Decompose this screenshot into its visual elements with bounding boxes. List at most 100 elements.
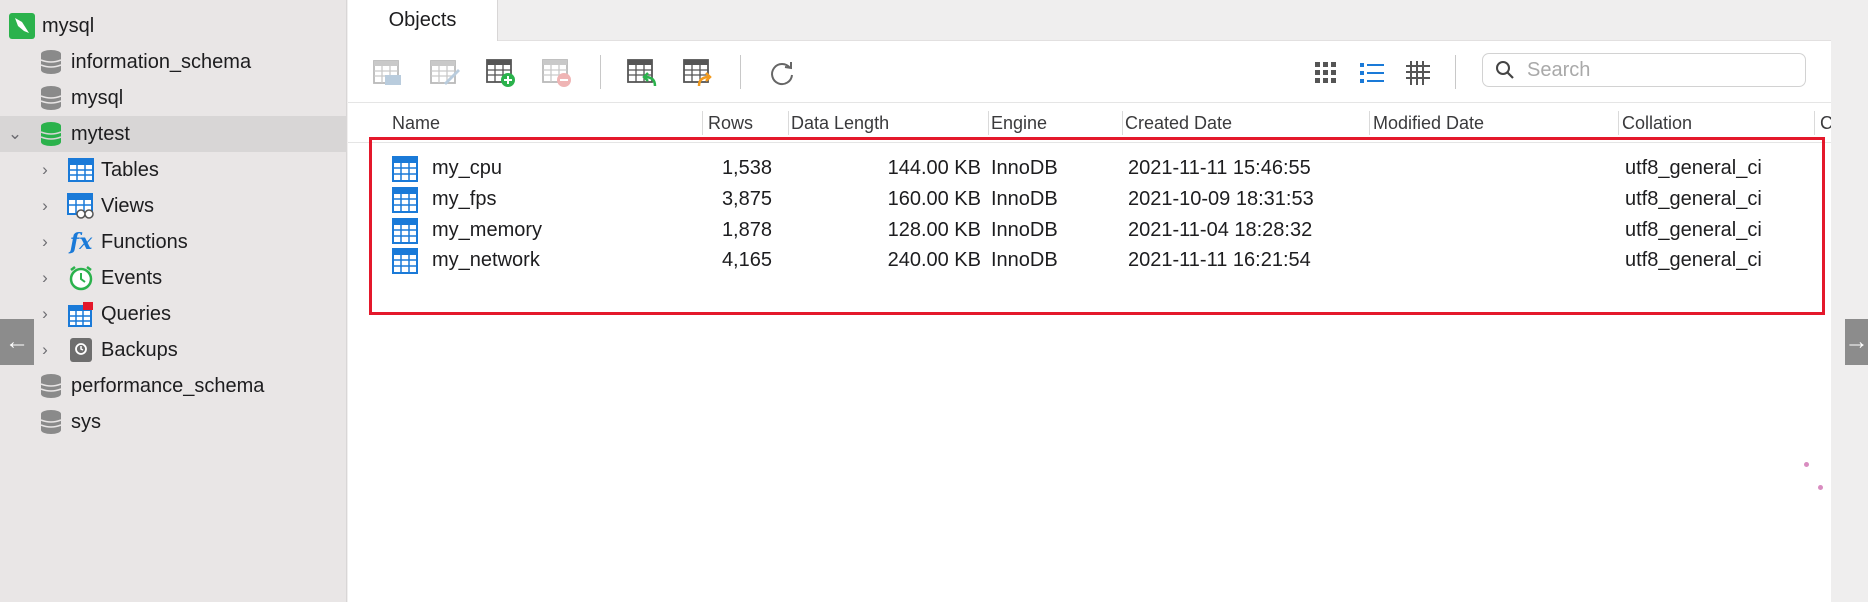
sidebar-item-tables[interactable]: › Tables bbox=[0, 152, 347, 188]
column-divider[interactable] bbox=[702, 111, 703, 135]
cell-data-length: 128.00 KB bbox=[887, 219, 981, 241]
sidebar-item-performance-schema[interactable]: performance_schema bbox=[0, 368, 347, 404]
import-wizard-icon bbox=[627, 59, 657, 87]
detail-view-icon bbox=[1406, 61, 1430, 85]
cell-collation: utf8_general_ci bbox=[1625, 188, 1762, 210]
chevron-right-icon[interactable]: › bbox=[36, 232, 54, 251]
sidebar-item-events[interactable]: › Events bbox=[0, 260, 347, 296]
table-row[interactable]: my_network 4,165 240.00 KB InnoDB 2021-1… bbox=[348, 245, 1831, 276]
table-row[interactable]: my_memory 1,878 128.00 KB InnoDB 2021-11… bbox=[348, 215, 1831, 246]
chevron-right-icon[interactable]: › bbox=[36, 160, 54, 179]
sidebar-item-mytest[interactable]: ⌄ mytest bbox=[0, 116, 347, 152]
table-row[interactable]: my_fps 3,875 160.00 KB InnoDB 2021-10-09… bbox=[348, 184, 1831, 215]
new-table-button[interactable] bbox=[485, 57, 517, 89]
sidebar-item-sys[interactable]: sys bbox=[0, 404, 347, 440]
sidebar-item-label: mytest bbox=[71, 122, 130, 145]
cell-engine: InnoDB bbox=[991, 219, 1058, 241]
cell-rows: 1,538 bbox=[721, 157, 772, 179]
cell-collation: utf8_general_ci bbox=[1625, 157, 1762, 179]
sidebar-item-backups[interactable]: › Backups bbox=[0, 332, 347, 368]
cell-name: my_memory bbox=[432, 219, 543, 241]
sidebar: mysql information_schema mysql ⌄ mytest … bbox=[0, 0, 347, 602]
detail-view-button[interactable] bbox=[1402, 57, 1434, 89]
chevron-right-icon[interactable]: › bbox=[36, 268, 54, 287]
right-edge-panel: → bbox=[1831, 0, 1868, 602]
sidebar-item-mysql-db[interactable]: mysql bbox=[0, 80, 347, 116]
column-header-created-date[interactable]: Created Date bbox=[1125, 103, 1232, 143]
new-table-icon bbox=[486, 59, 515, 87]
cell-created-date: 2021-10-09 18:31:53 bbox=[1128, 188, 1314, 210]
sidebar-item-functions[interactable]: › fx Functions bbox=[0, 224, 347, 260]
column-divider[interactable] bbox=[1618, 111, 1619, 135]
export-wizard-icon bbox=[683, 59, 712, 87]
views-icon bbox=[67, 192, 95, 220]
cell-data-length: 144.00 KB bbox=[887, 157, 981, 179]
decorative-dot bbox=[1804, 462, 1809, 467]
column-header-collation[interactable]: Collation bbox=[1622, 103, 1692, 143]
sidebar-item-label: mysql bbox=[42, 14, 95, 37]
sidebar-item-queries[interactable]: › Queries bbox=[0, 296, 347, 332]
delete-table-button[interactable] bbox=[541, 57, 573, 89]
sidebar-item-label: sys bbox=[71, 410, 101, 433]
column-header-data-length[interactable]: Data Length bbox=[791, 103, 889, 143]
database-icon bbox=[37, 120, 65, 148]
sidebar-item-label: Queries bbox=[101, 302, 172, 325]
column-divider[interactable] bbox=[988, 111, 989, 135]
column-divider[interactable] bbox=[788, 111, 789, 135]
objects-panel: Objects Search Name Rows Data Length Eng… bbox=[348, 0, 1833, 602]
sidebar-item-label: performance_schema bbox=[71, 374, 265, 397]
design-table-button[interactable] bbox=[429, 57, 461, 89]
functions-icon: fx bbox=[69, 229, 93, 255]
tab-bar: Objects bbox=[348, 0, 1831, 41]
tables-icon bbox=[67, 156, 95, 184]
chevron-right-icon[interactable]: › bbox=[36, 340, 54, 359]
column-header-modified-date[interactable]: Modified Date bbox=[1373, 103, 1484, 143]
cell-data-length: 160.00 KB bbox=[887, 188, 981, 210]
database-icon bbox=[37, 84, 65, 112]
column-divider[interactable] bbox=[1814, 111, 1815, 135]
sidebar-item-label: Functions bbox=[101, 230, 188, 253]
search-input[interactable] bbox=[1527, 58, 1787, 82]
export-wizard-button[interactable] bbox=[682, 57, 714, 89]
refresh-button[interactable] bbox=[766, 57, 798, 89]
nav-forward-button[interactable]: → bbox=[1845, 319, 1868, 365]
column-header-rows[interactable]: Rows bbox=[708, 103, 753, 143]
import-wizard-button[interactable] bbox=[626, 57, 658, 89]
backups-icon bbox=[67, 336, 95, 364]
sidebar-item-label: Backups bbox=[101, 338, 178, 361]
sidebar-item-connection-mysql[interactable]: mysql bbox=[0, 8, 347, 44]
open-table-button[interactable] bbox=[372, 57, 404, 89]
cell-created-date: 2021-11-11 15:46:55 bbox=[1128, 157, 1311, 179]
cell-collation: utf8_general_ci bbox=[1625, 249, 1762, 271]
cell-rows: 3,875 bbox=[721, 188, 772, 210]
nav-back-button[interactable]: ← bbox=[0, 319, 34, 365]
chevron-down-icon[interactable]: ⌄ bbox=[6, 124, 24, 143]
chevron-right-icon[interactable]: › bbox=[36, 196, 54, 215]
column-header-engine[interactable]: Engine bbox=[991, 103, 1047, 143]
decorative-dot bbox=[1818, 485, 1823, 490]
table-header: Name Rows Data Length Engine Created Dat… bbox=[348, 103, 1833, 143]
sidebar-item-information-schema[interactable]: information_schema bbox=[0, 44, 347, 80]
icon-view-icon bbox=[1315, 62, 1336, 83]
sidebar-item-label: Tables bbox=[101, 158, 159, 181]
open-table-icon bbox=[373, 60, 401, 85]
toolbar-separator bbox=[1455, 55, 1456, 89]
table-row[interactable]: my_cpu 1,538 144.00 KB InnoDB 2021-11-11… bbox=[348, 153, 1831, 184]
search-box[interactable] bbox=[1482, 53, 1806, 87]
tab-objects[interactable]: Objects bbox=[348, 0, 498, 41]
chevron-right-icon[interactable]: › bbox=[36, 304, 54, 323]
cell-engine: InnoDB bbox=[991, 188, 1058, 210]
search-icon bbox=[1495, 60, 1515, 80]
column-header-name[interactable]: Name bbox=[392, 103, 440, 143]
column-divider[interactable] bbox=[1122, 111, 1123, 135]
dolphin-connection-icon bbox=[8, 12, 36, 40]
list-view-button[interactable] bbox=[1356, 57, 1388, 89]
sidebar-item-views[interactable]: › Views bbox=[0, 188, 347, 224]
sidebar-item-label: information_schema bbox=[71, 50, 252, 73]
toolbar-separator bbox=[740, 55, 741, 89]
events-icon bbox=[67, 264, 95, 292]
column-divider[interactable] bbox=[1369, 111, 1370, 135]
icon-view-button[interactable] bbox=[1310, 57, 1342, 89]
cell-name: my_cpu bbox=[432, 157, 503, 179]
cell-created-date: 2021-11-04 18:28:32 bbox=[1128, 219, 1313, 241]
